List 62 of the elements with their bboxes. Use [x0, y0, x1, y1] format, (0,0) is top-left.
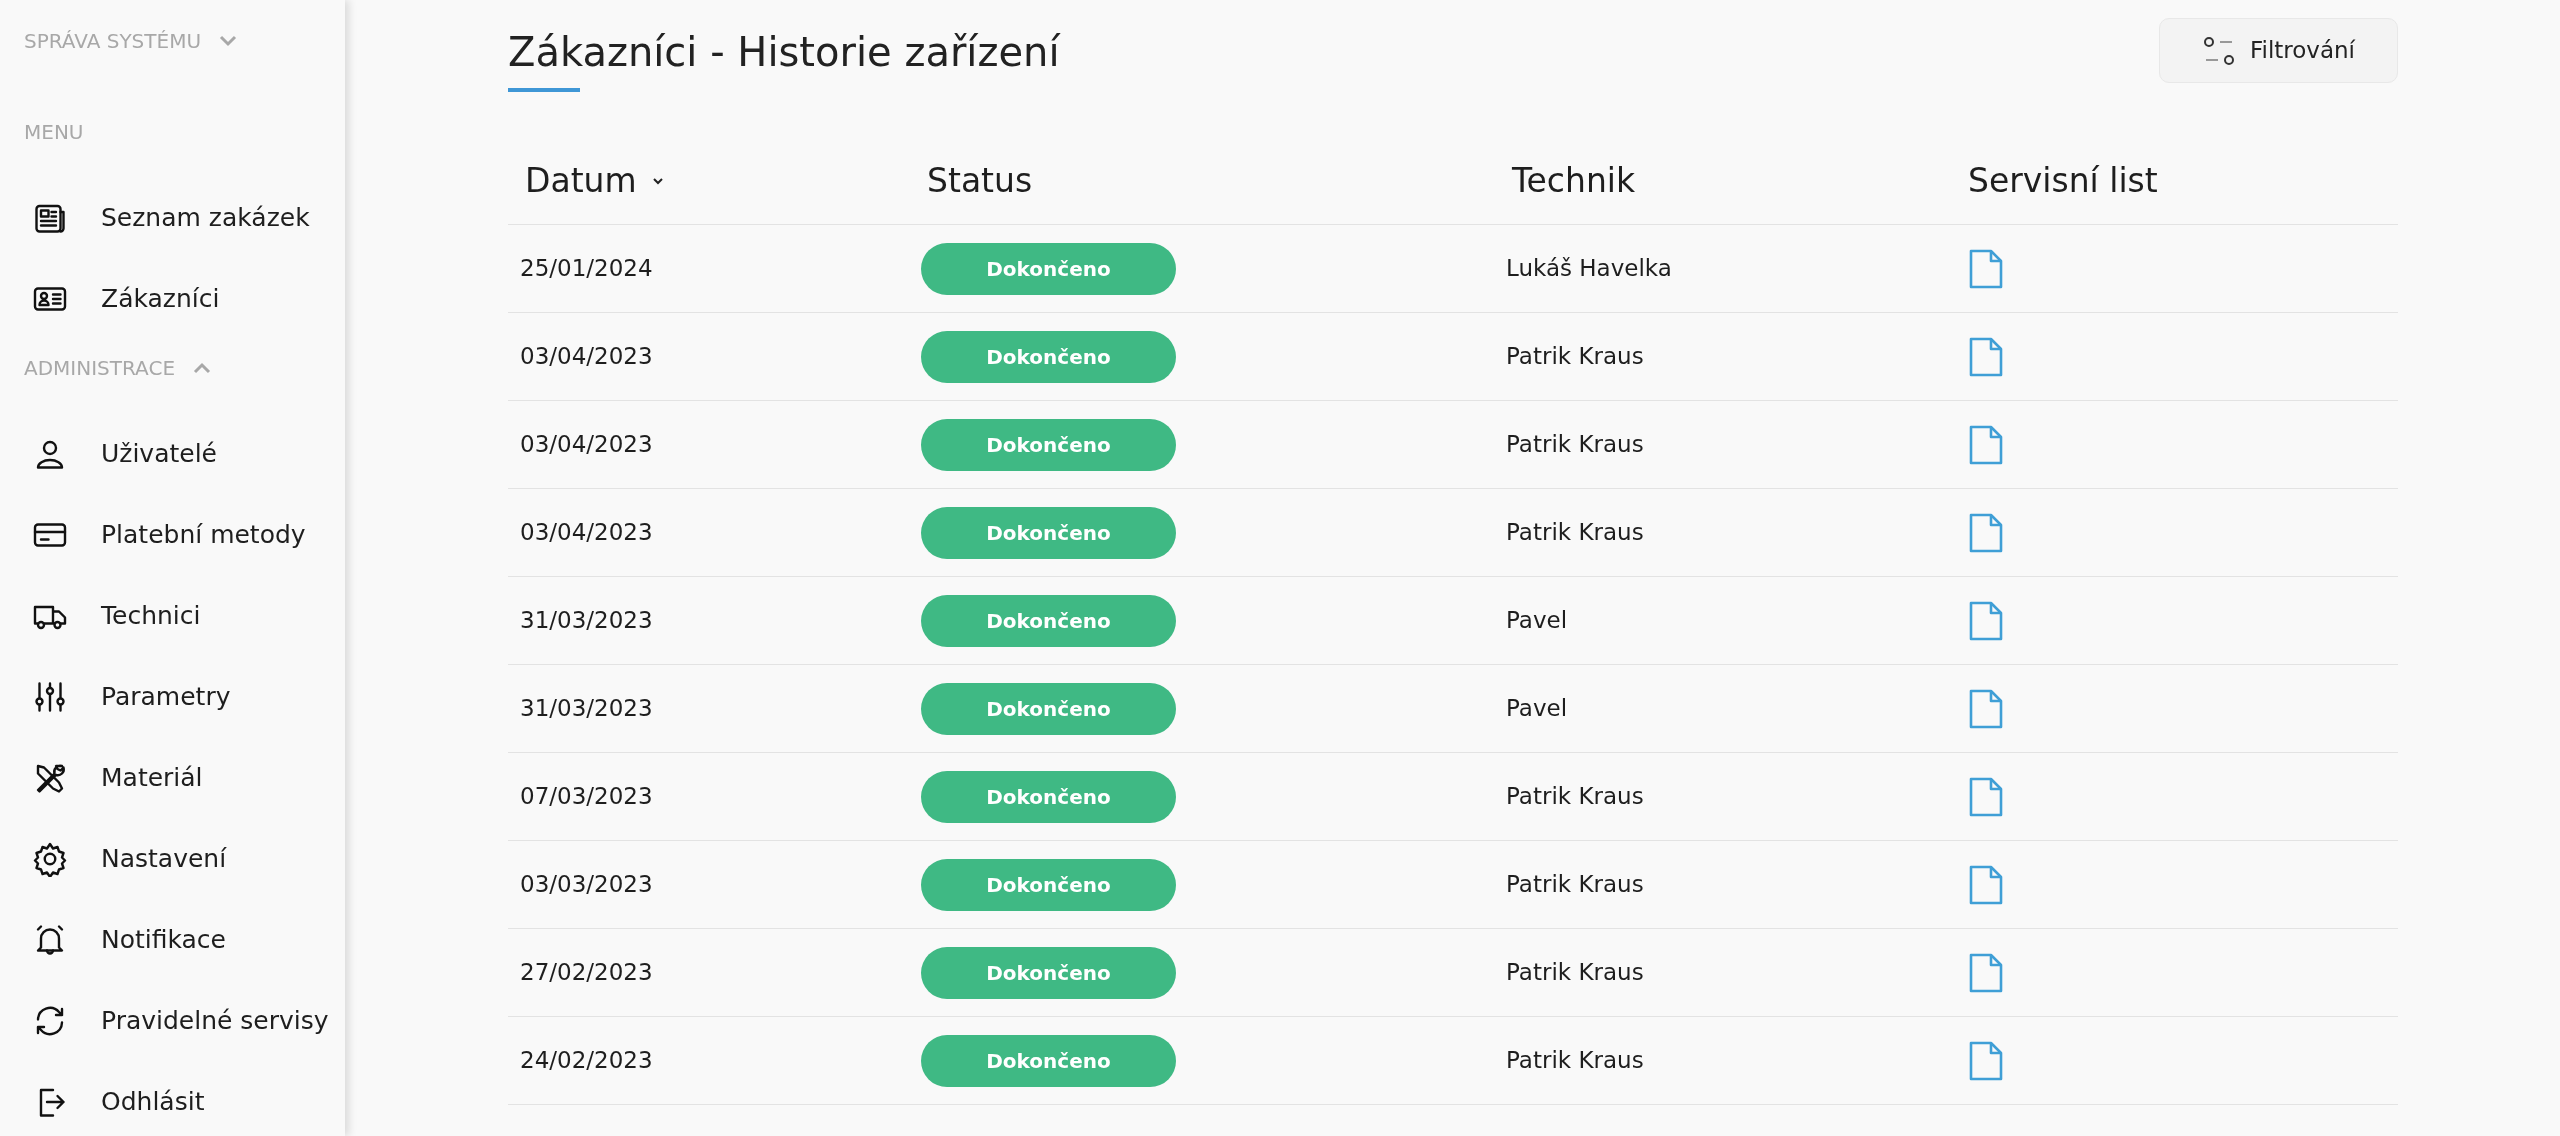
date-cell-text: 03/04/2023: [519, 342, 654, 372]
status-badge: Dokončeno: [921, 330, 1176, 383]
date-cell-text: 31/03/2023: [519, 694, 654, 724]
status-badge: Dokončeno: [921, 858, 1176, 911]
section-heading: MENU: [24, 119, 84, 146]
document-icon[interactable]: [1968, 1039, 2004, 1082]
column-header[interactable]: Datum: [508, 156, 921, 206]
technician-cell-text: Patrik Kraus: [1506, 430, 1645, 460]
document-icon[interactable]: [1968, 687, 2004, 730]
document-icon[interactable]: [1968, 247, 2004, 290]
technician-cell-text: Patrik Kraus: [1506, 870, 1645, 900]
technician-cell-text: Pavel: [1506, 694, 1569, 724]
date-cell-text: 03/03/2023: [519, 870, 654, 900]
column-header[interactable]: Servisní list: [1962, 156, 2398, 206]
technician-cell-text: Patrik Kraus: [1506, 518, 1645, 548]
settings-icon: [32, 840, 68, 877]
sidebar-item[interactable]: Materiál: [24, 737, 345, 818]
sidebar-item[interactable]: Nastavení: [24, 818, 345, 899]
status-badge: Dokončeno: [921, 506, 1176, 559]
status-badge: Dokončeno: [921, 682, 1176, 735]
document-icon[interactable]: [1968, 775, 2004, 818]
status-badge: Dokončeno: [921, 418, 1176, 471]
document-icon[interactable]: [1968, 863, 2004, 906]
technician-cell-text: Patrik Kraus: [1506, 958, 1645, 988]
sidebar-item[interactable]: Notifikace: [24, 899, 345, 980]
technician-cell-text: Pavel: [1506, 606, 1569, 636]
document-icon[interactable]: [1968, 951, 2004, 994]
sidebar-item[interactable]: Parametry: [24, 656, 345, 737]
date-cell-text: 07/03/2023: [519, 782, 654, 812]
date-cell-text: 24/02/2023: [519, 1046, 654, 1076]
technician-cell-text: Lukáš Havelka: [1506, 254, 1673, 284]
date-cell-text: 03/04/2023: [519, 430, 654, 460]
page-title: Zákazníci - Historie zařízení: [508, 28, 1060, 77]
sidebar-item[interactable]: Platební metody: [24, 494, 345, 575]
document-icon[interactable]: [1968, 423, 2004, 466]
sidebar-item[interactable]: Seznam zakázek: [24, 177, 345, 258]
sidebar-item[interactable]: Uživatelé: [24, 413, 345, 494]
status-badge: Dokončeno: [921, 242, 1176, 295]
sidebar-item[interactable]: Pravidelné servisy: [24, 980, 345, 1061]
sidebar-item[interactable]: Zákazníci: [24, 258, 345, 339]
technician-cell-text: Patrik Kraus: [1506, 1046, 1645, 1076]
date-cell-text: 27/02/2023: [519, 958, 654, 988]
technician-cell-text: Patrik Kraus: [1506, 342, 1645, 372]
document-icon[interactable]: [1968, 599, 2004, 642]
status-badge: Dokončeno: [921, 594, 1176, 647]
sidebar-item[interactable]: Technici: [24, 575, 345, 656]
status-badge: Dokončeno: [921, 770, 1176, 823]
technician-cell-text: Patrik Kraus: [1506, 782, 1645, 812]
sort-caret-icon[interactable]: [650, 176, 665, 186]
column-header[interactable]: Technik: [1506, 156, 1962, 206]
date-cell-text: 03/04/2023: [519, 518, 654, 548]
status-badge: Dokončeno: [921, 1034, 1176, 1087]
filter-button[interactable]: Filtrování: [2158, 18, 2398, 83]
document-icon[interactable]: [1968, 511, 2004, 554]
column-header[interactable]: Status: [921, 156, 1506, 206]
status-badge: Dokončeno: [921, 946, 1176, 999]
date-cell-text: 25/01/2024: [519, 254, 654, 284]
chevron-icon[interactable]: [193, 362, 212, 374]
sidebar-item[interactable]: Odhlásit: [24, 1061, 345, 1136]
date-cell-text: 31/03/2023: [519, 606, 654, 636]
document-icon[interactable]: [1968, 335, 2004, 378]
chevron-icon[interactable]: [219, 35, 238, 47]
